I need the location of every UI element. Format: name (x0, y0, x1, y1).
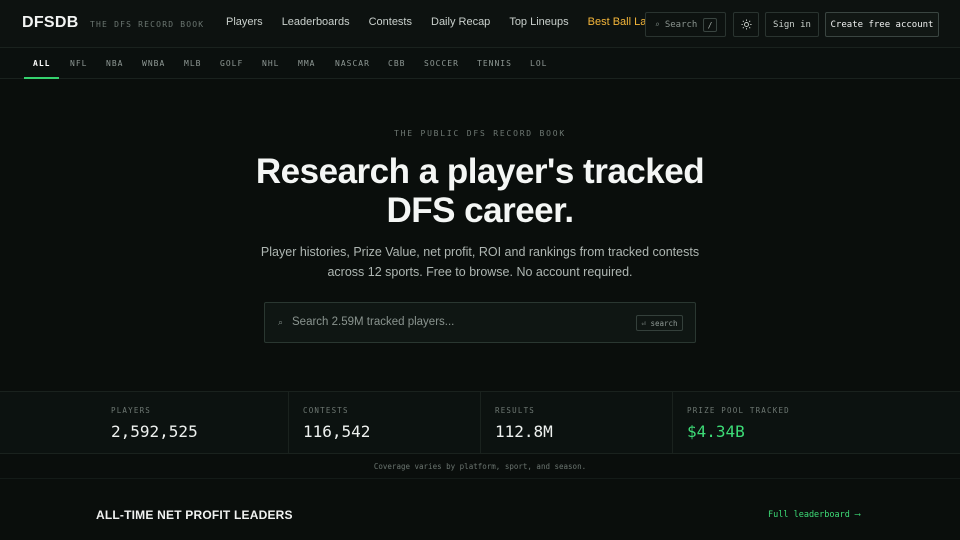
hero-title-line-2: DFS career. (386, 191, 574, 230)
nav-best-ball-lab[interactable]: Best Ball Lab (588, 16, 653, 28)
tab-cbb[interactable]: CBB (388, 59, 405, 68)
stat-label: RESULTS (495, 406, 536, 415)
hero-subtitle-line-1: Player histories, Prize Value, net profi… (260, 245, 700, 259)
tab-soccer[interactable]: SOCCER (424, 59, 459, 68)
tab-tennis[interactable]: TENNIS (477, 59, 512, 68)
search-submit-hint[interactable]: ⏎ search (636, 315, 683, 331)
hero-title: Research a player's tracked DFS career. (180, 152, 780, 230)
stat-value: 112.8M (495, 422, 553, 441)
stat-results: RESULTS 112.8M (481, 392, 673, 454)
stat-prize-pool: PRIZE POOL TRACKED $4.34B (673, 392, 960, 454)
hero-subtitle-line-2: across 12 sports. Free to browse. No acc… (327, 264, 633, 279)
full-leaderboard-link[interactable]: Full leaderboard ⟶ (768, 510, 860, 520)
stats-strip: PLAYERS 2,592,525 CONTESTS 116,542 RESUL… (0, 391, 960, 454)
player-search-input[interactable]: ⌕ Search 2.59M tracked players... ⏎ sear… (264, 302, 696, 343)
active-tab-indicator (24, 77, 59, 79)
nav-contests[interactable]: Contests (369, 16, 412, 28)
tagline: THE DFS RECORD BOOK (90, 20, 205, 29)
tab-mma[interactable]: MMA (298, 59, 315, 68)
main-nav: Players Leaderboards Contests Daily Reca… (226, 16, 671, 28)
nav-leaderboards[interactable]: Leaderboards (282, 16, 350, 28)
tab-nfl[interactable]: NFL (70, 59, 87, 68)
stat-players: PLAYERS 2,592,525 (0, 392, 289, 454)
tab-nascar[interactable]: NASCAR (335, 59, 370, 68)
search-placeholder: Search 2.59M tracked players... (292, 316, 455, 328)
stat-label: PRIZE POOL TRACKED (687, 406, 790, 415)
stat-label: PLAYERS (111, 406, 152, 415)
logo[interactable]: DFSDB (22, 14, 79, 32)
stat-label: CONTESTS (303, 406, 349, 415)
tab-mlb[interactable]: MLB (184, 59, 201, 68)
tab-lol[interactable]: LOL (530, 59, 547, 68)
search-shortcut-key: / (703, 18, 717, 32)
stat-value: 2,592,525 (111, 422, 198, 441)
leaders-section-title: ALL-TIME NET PROFIT LEADERS (96, 508, 293, 522)
sun-icon (740, 19, 752, 30)
top-navbar: DFSDB THE DFS RECORD BOOK Players Leader… (0, 0, 960, 48)
search-icon: ⌕ (278, 317, 284, 327)
tab-golf[interactable]: GOLF (220, 59, 243, 68)
sign-in-button[interactable]: Sign in (765, 12, 819, 37)
tab-wnba[interactable]: WNBA (142, 59, 165, 68)
search-icon: ⌕ (655, 20, 660, 29)
stat-value: 116,542 (303, 422, 371, 441)
hero-eyebrow: THE PUBLIC DFS RECORD BOOK (393, 129, 567, 138)
coverage-note: Coverage varies by platform, sport, and … (373, 462, 587, 471)
tab-all[interactable]: ALL (33, 59, 50, 68)
nav-daily-recap[interactable]: Daily Recap (431, 16, 490, 28)
hero-subtitle: Player histories, Prize Value, net profi… (240, 243, 720, 282)
theme-toggle-button[interactable] (733, 12, 759, 37)
nav-top-lineups[interactable]: Top Lineups (509, 16, 568, 28)
section-divider (0, 478, 960, 479)
create-account-button[interactable]: Create free account (825, 12, 939, 37)
sport-tabs: ALL NFL NBA WNBA MLB GOLF NHL MMA NASCAR… (0, 48, 960, 79)
search-button[interactable]: ⌕ Search / (645, 12, 726, 37)
tab-nba[interactable]: NBA (106, 59, 123, 68)
stat-contests: CONTESTS 116,542 (289, 392, 481, 454)
nav-players[interactable]: Players (226, 16, 263, 28)
search-button-label: Search (664, 19, 698, 30)
hero-title-line-1: Research a player's tracked (255, 152, 705, 191)
stat-value: $4.34B (687, 422, 745, 441)
tab-nhl[interactable]: NHL (262, 59, 279, 68)
